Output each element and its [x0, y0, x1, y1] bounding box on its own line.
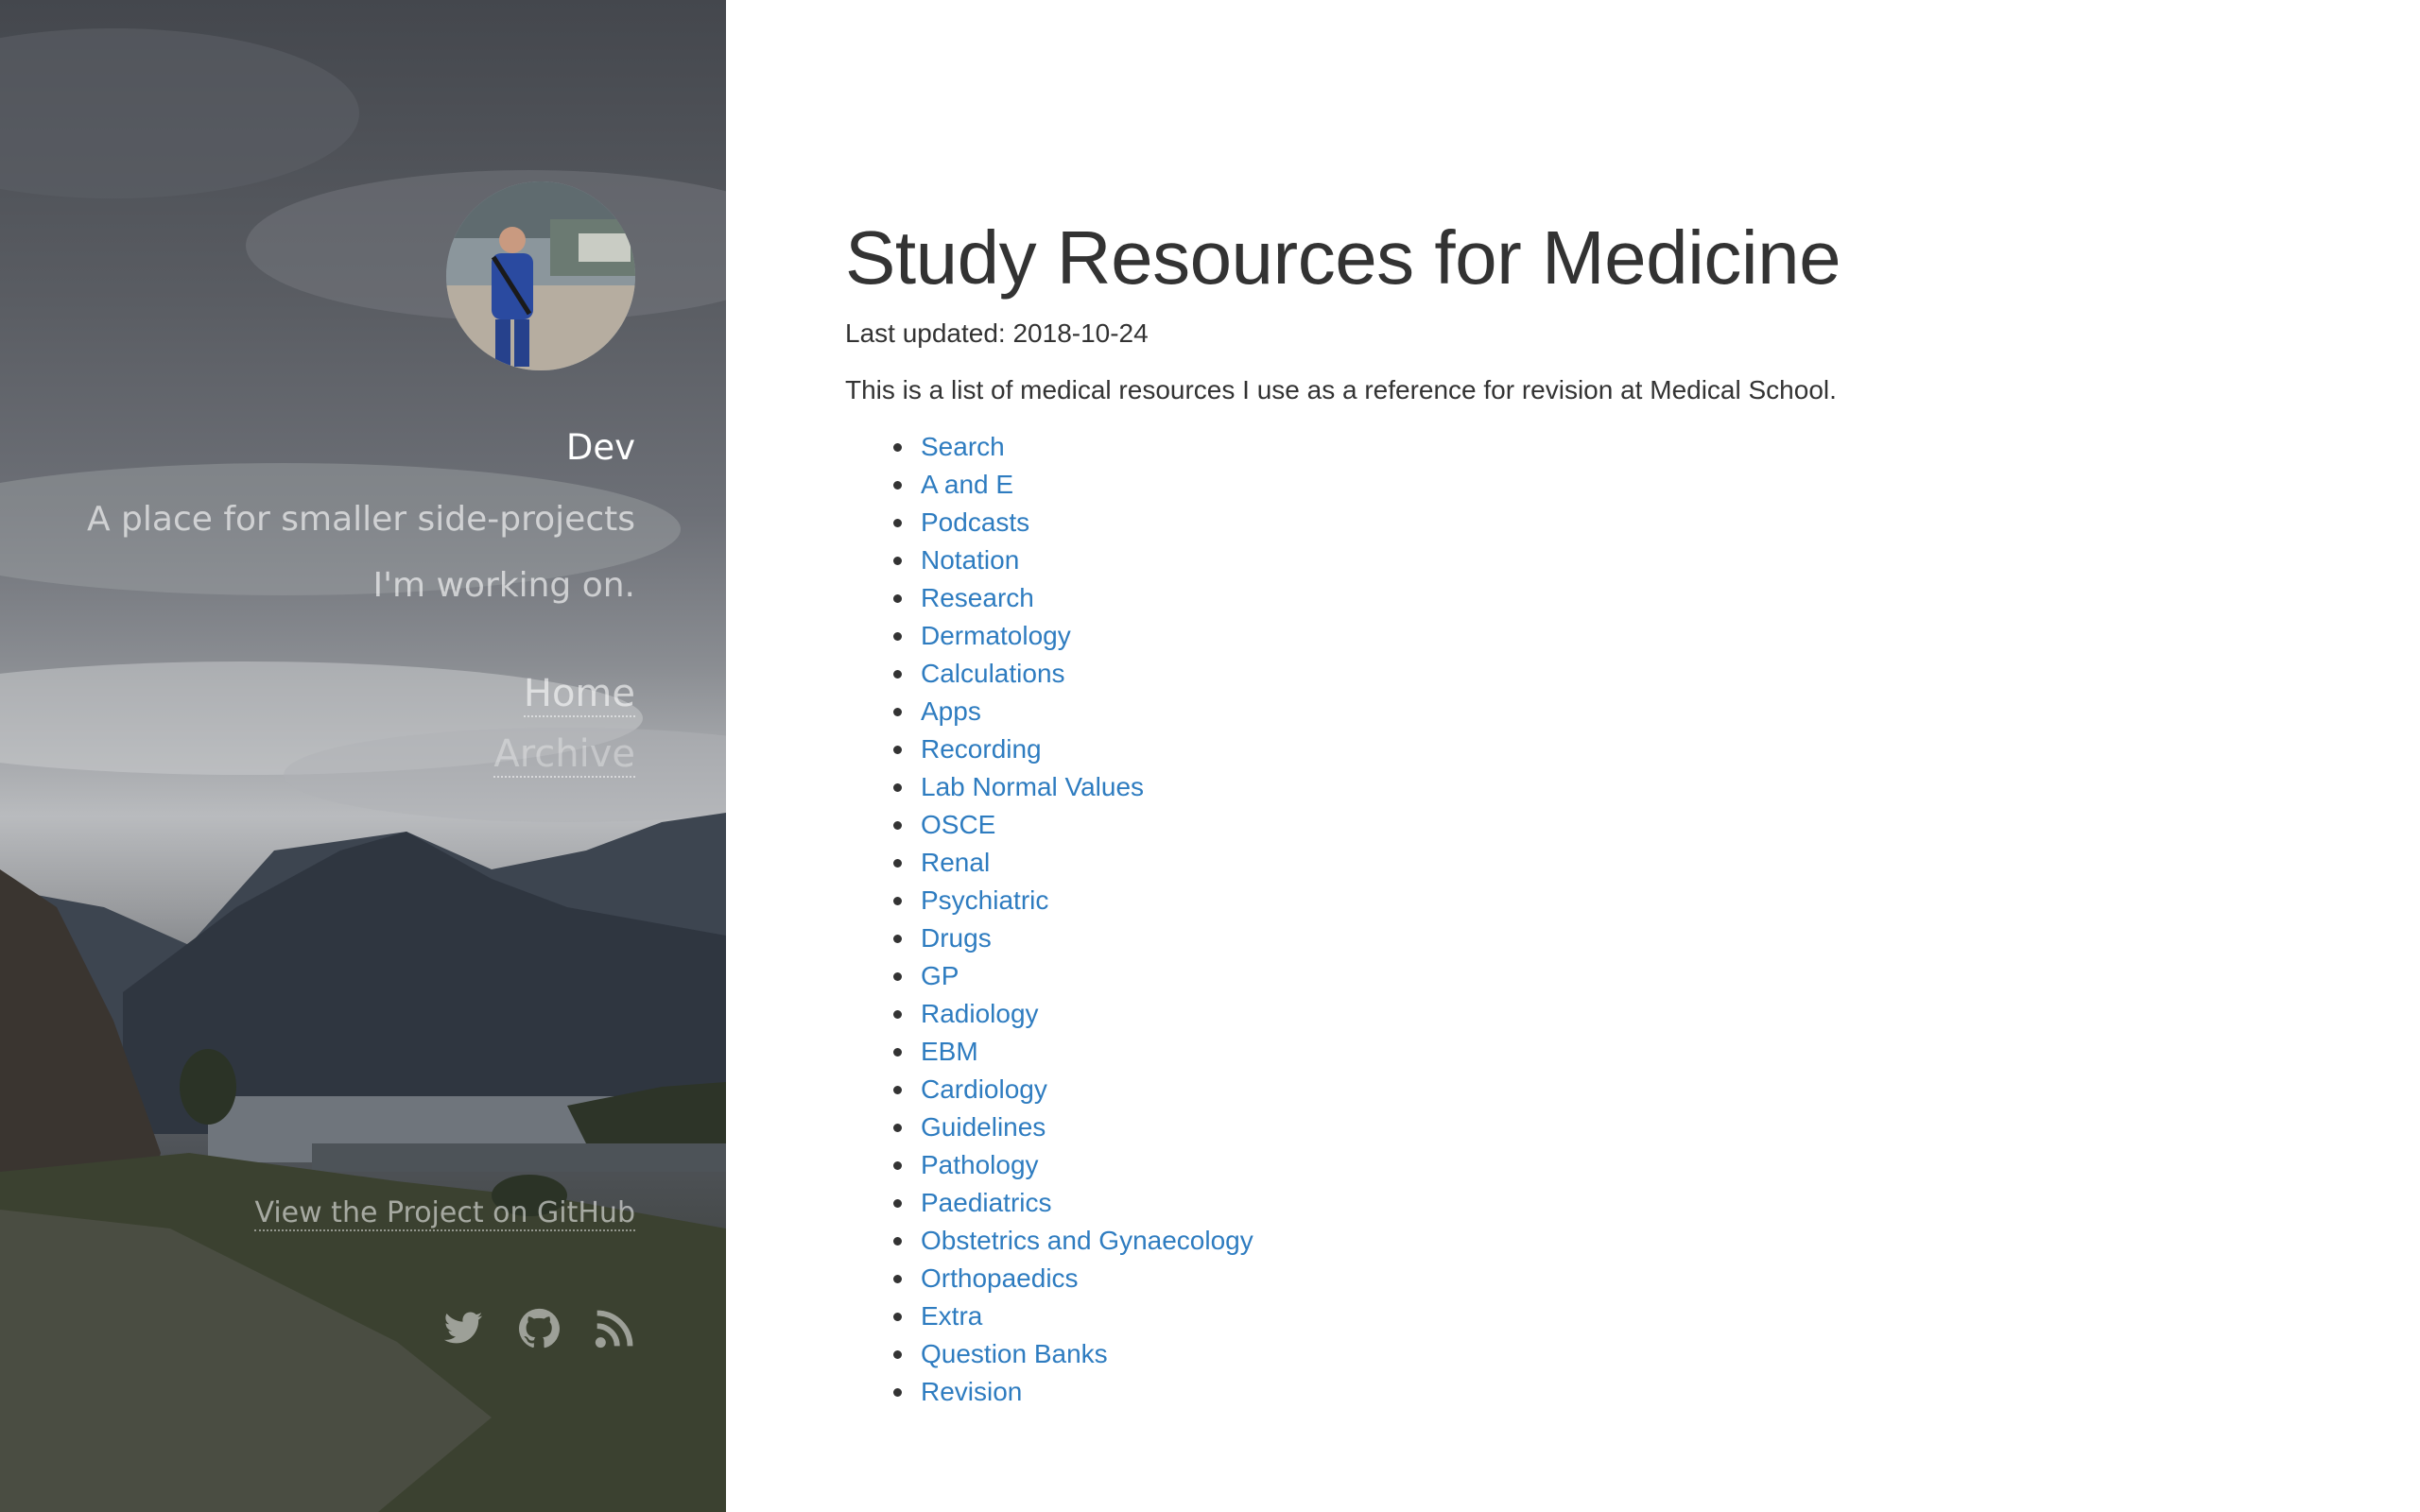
list-item: Cardiology — [845, 1071, 2263, 1108]
list-item: GP — [845, 957, 2263, 995]
nav-link-archive-label: Archive — [493, 732, 635, 778]
view-project-github-link[interactable]: View the Project on GitHub — [254, 1196, 635, 1231]
resource-link-extra[interactable]: Extra — [921, 1301, 982, 1331]
list-item: Psychiatric — [845, 882, 2263, 919]
last-updated: Last updated: 2018-10-24 — [845, 318, 1149, 348]
list-item: Dermatology — [845, 617, 2263, 655]
resource-link-question-banks[interactable]: Question Banks — [921, 1339, 1108, 1368]
list-item: Renal — [845, 844, 2263, 882]
resource-link-renal[interactable]: Renal — [921, 848, 990, 877]
resource-link-search[interactable]: Search — [921, 432, 1005, 461]
site-title: Dev — [565, 427, 635, 468]
list-item: Research — [845, 579, 2263, 617]
profile-photo — [446, 181, 635, 370]
resource-link-recording[interactable]: Recording — [921, 734, 1042, 764]
list-item: Revision — [845, 1373, 2263, 1411]
list-item: Paediatrics — [845, 1184, 2263, 1222]
nav-link-archive[interactable]: Archive — [493, 724, 635, 784]
list-item: Extra — [845, 1297, 2263, 1335]
resource-link-cardiology[interactable]: Cardiology — [921, 1074, 1047, 1104]
list-item: Drugs — [845, 919, 2263, 957]
list-item: Notation — [845, 541, 2263, 579]
resource-link-revision[interactable]: Revision — [921, 1377, 1022, 1406]
list-item: Recording — [845, 730, 2263, 768]
list-item: Apps — [845, 693, 2263, 730]
resource-link-ebm[interactable]: EBM — [921, 1037, 978, 1066]
list-item: Orthopaedics — [845, 1260, 2263, 1297]
intro-text: This is a list of medical resources I us… — [845, 375, 1837, 404]
resource-link-psychiatric[interactable]: Psychiatric — [921, 885, 1048, 915]
avatar — [446, 181, 635, 370]
resource-link-obstetrics-and-gynaecology[interactable]: Obstetrics and Gynaecology — [921, 1226, 1253, 1255]
list-item: Search — [845, 428, 2263, 466]
twitter-icon[interactable] — [442, 1308, 484, 1349]
list-item: Obstetrics and Gynaecology — [845, 1222, 2263, 1260]
rss-icon[interactable] — [594, 1308, 635, 1349]
resource-link-orthopaedics[interactable]: Orthopaedics — [921, 1263, 1079, 1293]
page-title: Study Resources for Medicine — [845, 215, 1841, 300]
main-content: Study Resources for Medicine Last update… — [845, 213, 2263, 1411]
list-item: Pathology — [845, 1146, 2263, 1184]
sidebar: Dev A place for smaller side-projects I'… — [0, 0, 726, 1512]
sidebar-nav: Home Archive — [493, 663, 635, 784]
list-item: Calculations — [845, 655, 2263, 693]
resource-link-pathology[interactable]: Pathology — [921, 1150, 1039, 1179]
list-item: Radiology — [845, 995, 2263, 1033]
list-item: A and E — [845, 466, 2263, 504]
resource-link-drugs[interactable]: Drugs — [921, 923, 992, 953]
tagline: A place for smaller side-projects I'm wo… — [86, 500, 635, 605]
list-item: Podcasts — [845, 504, 2263, 541]
list-item: Question Banks — [845, 1335, 2263, 1373]
list-item: OSCE — [845, 806, 2263, 844]
resource-link-radiology[interactable]: Radiology — [921, 999, 1039, 1028]
resource-link-notation[interactable]: Notation — [921, 545, 1019, 575]
resource-link-calculations[interactable]: Calculations — [921, 659, 1065, 688]
resource-link-gp[interactable]: GP — [921, 961, 959, 990]
resource-link-osce[interactable]: OSCE — [921, 810, 995, 839]
nav-link-home-label: Home — [523, 672, 635, 717]
sidebar-content: Dev A place for smaller side-projects I'… — [0, 0, 726, 1512]
resource-link-apps[interactable]: Apps — [921, 696, 981, 726]
resource-link-lab-normal-values[interactable]: Lab Normal Values — [921, 772, 1144, 801]
list-item: Lab Normal Values — [845, 768, 2263, 806]
resource-link-podcasts[interactable]: Podcasts — [921, 507, 1029, 537]
resource-link-dermatology[interactable]: Dermatology — [921, 621, 1071, 650]
social-links — [442, 1308, 635, 1349]
resource-list: Search A and E Podcasts Notation Researc… — [845, 428, 2263, 1411]
resource-link-paediatrics[interactable]: Paediatrics — [921, 1188, 1052, 1217]
resource-link-a-and-e[interactable]: A and E — [921, 470, 1013, 499]
nav-link-home[interactable]: Home — [493, 663, 635, 724]
resource-link-guidelines[interactable]: Guidelines — [921, 1112, 1046, 1142]
github-icon[interactable] — [518, 1308, 560, 1349]
resource-link-research[interactable]: Research — [921, 583, 1034, 612]
list-item: EBM — [845, 1033, 2263, 1071]
list-item: Guidelines — [845, 1108, 2263, 1146]
